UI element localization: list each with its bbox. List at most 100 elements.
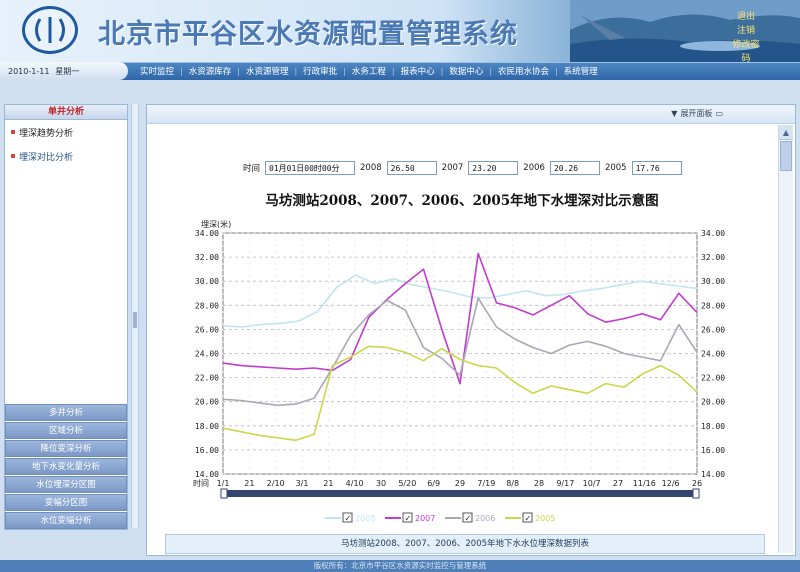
year-2008-label: 2008	[360, 163, 382, 173]
x-tick-label: 2/10	[267, 479, 285, 488]
y-tick-label-right: 24.00	[701, 350, 725, 359]
sidebar: 单井分析 埋深趋势分析 埋深对比分析 多井分析 区域分析 降位变深分析 地下水变…	[4, 104, 128, 530]
legend-check-icon: ✓	[405, 514, 412, 523]
year-2007-label: 2007	[441, 163, 464, 173]
year-2008-input[interactable]: 26.50	[386, 161, 437, 175]
nav-item-monitoring[interactable]: 实时监控	[134, 65, 180, 77]
nav-item-farmer-assoc[interactable]: 农民用水协会	[492, 65, 555, 77]
date-box: 2010-1-11 星期一	[0, 62, 128, 80]
param-row: 时间 01月01日00时00分 2008 26.50 2007 23.20 20…	[243, 161, 682, 175]
data-table-title: 马坊测站2008、2007、2006、2005年地下水水位埋深数据列表	[165, 534, 765, 554]
y-tick-label-right: 16.00	[701, 446, 725, 455]
sidebar-title[interactable]: 单井分析	[5, 105, 127, 120]
y-tick-label-right: 20.00	[701, 398, 725, 407]
logout-link[interactable]: 退出	[732, 10, 760, 24]
sidebar-item-groundwater-change[interactable]: 地下水变化量分析	[5, 458, 127, 475]
system-title: 北京市平谷区水资源配置管理系统	[98, 19, 518, 50]
x-tick-label: 8/8	[506, 479, 519, 488]
y-tick-label-left: 30.00	[195, 277, 219, 286]
year-2005-input[interactable]: 17.76	[631, 161, 682, 175]
sidebar-item-region[interactable]: 区域分析	[5, 422, 127, 439]
scroll-up-icon[interactable]: ▲	[779, 125, 793, 140]
x-tick-label: 10/7	[583, 479, 601, 488]
x-axis-label: 时间	[193, 478, 209, 488]
sidebar-item-compare[interactable]: 埋深对比分析	[5, 144, 127, 168]
range-slider-bar	[223, 490, 697, 497]
depth-comparison-chart: 34.00 34.00 32.00 32.00 30.00 30.00 28.00 28.00…	[193, 219, 725, 523]
year-2006-label: 2006	[523, 163, 545, 173]
panel-splitter[interactable]	[131, 104, 139, 528]
collapse-handle-icon[interactable]	[133, 312, 137, 328]
nav-item-system[interactable]: 系统管理	[558, 65, 604, 77]
y-tick-label-left: 28.00	[195, 301, 219, 310]
legend-check-icon: ✓	[465, 514, 472, 523]
legend-check-icon: ✓	[525, 514, 532, 523]
nav-item-data[interactable]: 数据中心	[443, 65, 489, 77]
sidebar-item-drop[interactable]: 降位变深分析	[5, 440, 127, 457]
legend-check-icon: ✓	[345, 514, 352, 523]
x-tick-label: 9/17	[556, 479, 574, 488]
landscape-banner-image	[570, 0, 800, 62]
y-tick-label-left: 14.00	[195, 470, 219, 479]
y-tick-label-right: 28.00	[701, 301, 725, 310]
legend-label-2008: 2008	[355, 514, 375, 523]
y-tick-label-left: 22.00	[195, 374, 219, 383]
water-logo-icon	[22, 6, 78, 54]
sidebar-item-label: 埋深对比分析	[19, 152, 74, 163]
nav-item-stock[interactable]: 水资源库存	[183, 65, 238, 77]
y-tick-label-right: 18.00	[701, 422, 725, 431]
x-tick-label: 30	[376, 479, 386, 488]
x-tick-label: 29	[455, 479, 465, 488]
expand-panel-button[interactable]: ▼ 展开面板 ▭	[671, 108, 723, 119]
expand-double-arrow-icon: ▼	[671, 109, 678, 118]
x-tick-label: 3/1	[296, 479, 309, 488]
right-links: 退出 注销 修改密码	[732, 10, 760, 62]
y-tick-label-left: 32.00	[195, 253, 219, 262]
nav-item-management[interactable]: 水资源管理	[240, 65, 295, 77]
sidebar-item-trend[interactable]: 埋深趋势分析	[5, 120, 127, 144]
x-tick-label: 4/10	[346, 479, 364, 488]
y-tick-label-left: 24.00	[195, 350, 219, 359]
expand-panel-icon: ▭	[715, 109, 723, 118]
year-2007-input[interactable]: 23.20	[468, 161, 519, 175]
chart-title: 马坊测站2008、2007、2006、2005年地下水埋深对比示意图	[265, 193, 659, 209]
range-slider-right-handle[interactable]	[692, 488, 700, 499]
time-label: 时间	[243, 164, 261, 174]
y-tick-label-right: 22.00	[701, 374, 725, 383]
nav-item-reports[interactable]: 报表中心	[395, 65, 441, 77]
x-tick-label: 6/9	[427, 479, 440, 488]
x-tick-label: 12/6	[662, 479, 680, 488]
y-tick-label-left: 18.00	[195, 422, 219, 431]
y-axis-label: 埋深(米)	[201, 219, 231, 229]
sidebar-item-depth-zone[interactable]: 水位埋深分区图	[5, 476, 127, 493]
time-input[interactable]: 01月01日00时00分	[265, 161, 356, 175]
y-tick-label-right: 14.00	[701, 470, 725, 479]
x-tick-label: 7/19	[477, 479, 495, 488]
footer: 版权所有：北京市平谷区水资源实时监控与管理系统	[0, 560, 800, 572]
signout-link[interactable]: 注销	[732, 24, 760, 38]
nav-item-engineering[interactable]: 水务工程	[346, 65, 392, 77]
change-password-link[interactable]: 修改密码	[732, 38, 760, 62]
year-2005-label: 2005	[604, 163, 627, 173]
x-tick-label: 21	[323, 479, 333, 488]
sidebar-bottom-menu: 多井分析 区域分析 降位变深分析 地下水变化量分析 水位埋深分区图 变幅分区图 …	[5, 403, 127, 529]
current-weekday: 星期一	[55, 66, 80, 76]
x-tick-label: 1/1	[217, 479, 230, 488]
year-2006-input[interactable]: 20.26	[549, 161, 600, 175]
scroll-thumb[interactable]	[780, 141, 792, 171]
sidebar-item-amplitude-zone[interactable]: 变幅分区图	[5, 494, 127, 511]
vertical-scrollbar[interactable]: ▲	[778, 125, 793, 553]
y-tick-label-left: 26.00	[195, 325, 219, 334]
y-tick-label-right: 34.00	[701, 229, 725, 238]
content-toolbar: ▼ 展开面板 ▭	[147, 105, 795, 124]
range-slider-left-handle[interactable]	[220, 488, 228, 499]
main-menu: 实时监控 | 水资源库存 | 水资源管理 | 行政审批 | 水务工程 | 报表中心 | 数据…	[134, 62, 604, 80]
nav-item-approval[interactable]: 行政审批	[297, 65, 343, 77]
x-tick-label: 26	[692, 479, 702, 488]
expand-panel-label: 展开面板	[680, 109, 713, 118]
sidebar-item-amplitude[interactable]: 水位变幅分析	[5, 512, 127, 529]
legend-label-2007: 2007	[415, 514, 435, 523]
x-tick-label: 5/20	[398, 479, 416, 488]
sidebar-item-multi-well[interactable]: 多井分析	[5, 404, 127, 421]
y-tick-label-left: 20.00	[195, 398, 219, 407]
